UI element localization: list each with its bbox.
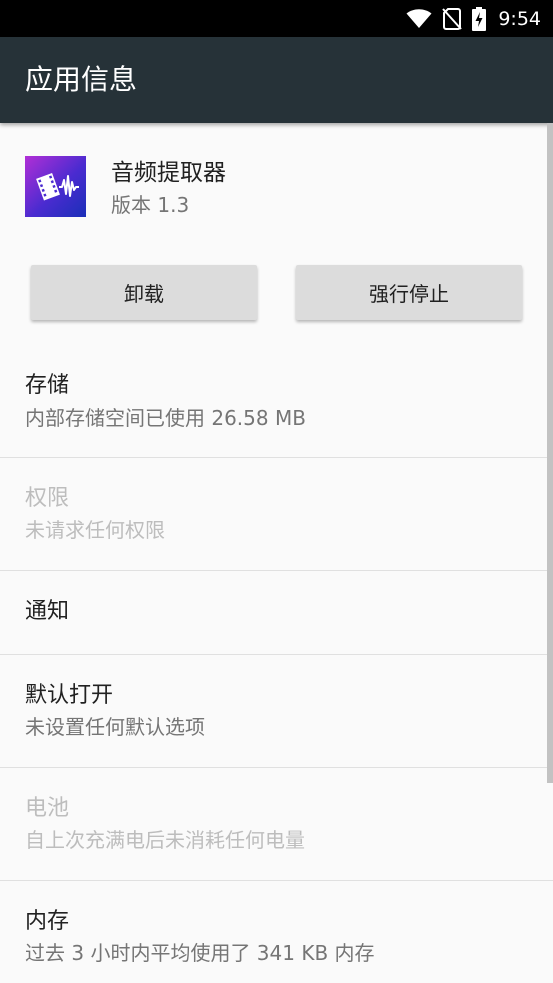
pref-memory[interactable]: 内存 过去 3 小时内平均使用了 341 KB 内存: [0, 881, 553, 983]
pref-title: 通知: [25, 599, 70, 624]
pref-title: 默认打开: [25, 683, 114, 708]
status-time: 9:54: [498, 7, 541, 30]
pref-title: 内存: [25, 909, 70, 934]
status-icons: 9:54: [406, 0, 541, 37]
uninstall-button[interactable]: 卸载: [31, 265, 257, 320]
scrollbar-thumb[interactable]: [547, 123, 553, 783]
pref-summary: 未请求任何权限: [25, 518, 165, 542]
page-title: 应用信息: [25, 63, 138, 96]
pref-summary: 自上次充满电后未消耗任何电量: [25, 828, 305, 852]
audio-extractor-app-icon: [25, 156, 86, 217]
battery-charging-icon: [472, 6, 487, 31]
app-version: 版本 1.3: [111, 193, 190, 217]
app-header: 音频提取器 版本 1.3: [0, 123, 553, 253]
pref-summary: 内部存储空间已使用 26.58 MB: [25, 406, 306, 430]
pref-permissions: 权限 未请求任何权限: [0, 458, 553, 570]
pref-storage[interactable]: 存储 内部存储空间已使用 26.58 MB: [0, 345, 553, 457]
pref-summary: 未设置任何默认选项: [25, 715, 205, 739]
app-bar: 应用信息: [0, 37, 553, 123]
pref-battery: 电池 自上次充满电后未消耗任何电量: [0, 768, 553, 880]
force-stop-button[interactable]: 强行停止: [296, 265, 522, 320]
pref-title: 存储: [25, 373, 70, 398]
app-name: 音频提取器: [111, 160, 226, 186]
pref-title: 电池: [25, 796, 70, 821]
pref-summary: 过去 3 小时内平均使用了 341 KB 内存: [25, 941, 375, 965]
wifi-icon: [406, 8, 432, 29]
pref-title: 权限: [25, 486, 70, 511]
status-bar: 9:54: [0, 0, 553, 37]
pref-open-by-default[interactable]: 默认打开 未设置任何默认选项: [0, 655, 553, 767]
no-sim-icon: [442, 7, 463, 30]
pref-notifications[interactable]: 通知: [0, 571, 553, 654]
